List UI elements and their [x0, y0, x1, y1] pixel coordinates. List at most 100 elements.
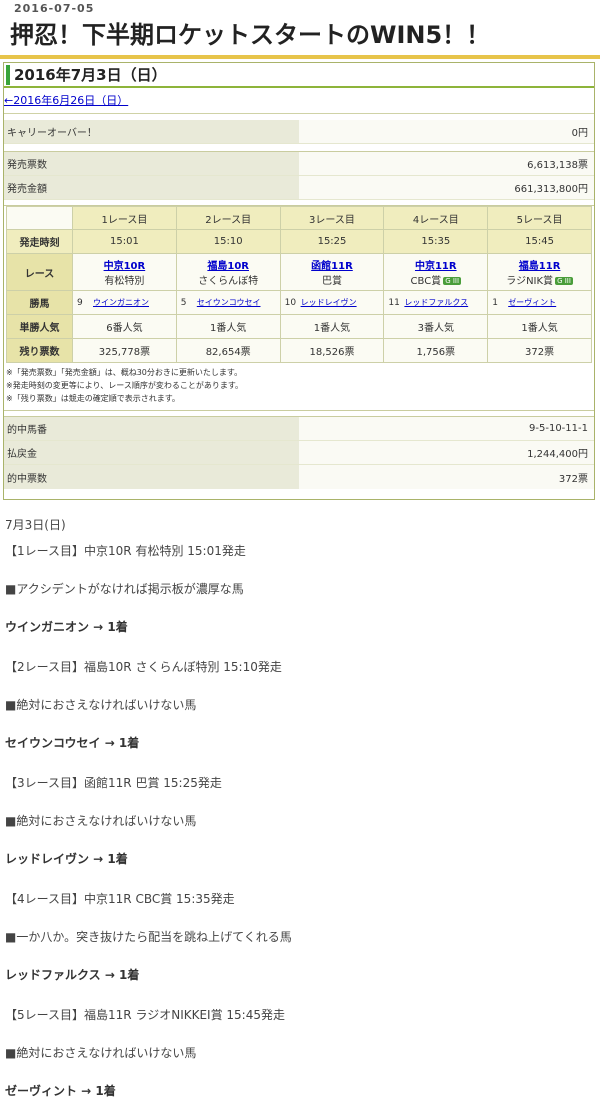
horse-number: 1	[492, 297, 498, 308]
remaining-votes: 1,756票	[383, 338, 489, 363]
post-time: 15:35	[383, 229, 489, 254]
result-row: 的中馬番 9-5-10-11-1	[4, 417, 594, 441]
spacer	[4, 144, 594, 152]
horse-link[interactable]: ゼーヴィント	[508, 297, 556, 308]
sales-row: 発売票数 6,613,138票	[4, 152, 594, 176]
pick-result: レッドレイヴン → 1着	[5, 852, 128, 866]
remaining-votes: 372票	[487, 338, 592, 363]
popularity: 1番人気	[487, 314, 592, 339]
pick-result: ウインガニオン → 1着	[5, 620, 128, 634]
note-line: ※「発売票数」「発売金額」は、概ね30分おきに更新いたします。	[6, 368, 243, 377]
sales-value: 6,613,138票	[299, 152, 594, 175]
sales-value: 661,313,800円	[299, 176, 594, 199]
remaining-row: 残り票数 325,778票 82,654票 18,526票 1,756票 372…	[6, 338, 592, 363]
winner-cell: 9 ウインガニオン	[72, 290, 177, 315]
horse-number: 5	[180, 297, 187, 308]
pick-result: ゼーヴィント → 1着	[5, 1084, 116, 1098]
result-label: 的中馬番	[4, 417, 299, 440]
remaining-votes: 325,778票	[72, 338, 177, 363]
popularity-row: 単勝人気 6番人気 1番人気 1番人気 3番人気 1番人気	[6, 314, 592, 339]
heading-accent-bar	[6, 64, 10, 85]
sales-row: 発売金額 661,313,800円	[4, 176, 594, 200]
horse-number: 11	[388, 297, 400, 308]
race-link[interactable]: 函館11R	[311, 261, 353, 272]
race-name: ラジNIK賞	[506, 276, 554, 287]
day-heading: 2016年7月3日（日）	[4, 63, 594, 88]
race-cell: 函館11R 巴賞	[279, 253, 385, 291]
result-row: 的中票数 372票	[4, 465, 594, 489]
grade-badge: G III	[443, 277, 462, 285]
race-name: さくらんぼ特	[198, 276, 259, 287]
race-cell: 中京10R 有松特別	[72, 253, 177, 291]
race-name: 巴賞	[321, 276, 342, 287]
horse-number: 10	[284, 297, 297, 308]
race-header: 4レース目	[383, 206, 489, 230]
result-value: 9-5-10-11-1	[299, 417, 594, 440]
winner-row: 勝馬 9 ウインガニオン 5 セイウンコウセイ 10 レッドレイヴン 11 レッドファル…	[6, 290, 592, 315]
pick-comment: ■一か八か。突き抜けたら配当を跳ね上げてくれる馬	[5, 930, 292, 944]
row-label: 残り票数	[6, 338, 73, 363]
race-link[interactable]: 中京11R	[415, 261, 457, 272]
race-header: 2レース目	[175, 206, 281, 230]
horse-link[interactable]: セイウンコウセイ	[197, 297, 261, 308]
post-time: 15:10	[175, 229, 281, 254]
table-notes: ※「発売票数」「発売金額」は、概ね30分おきに更新いたします。 ※発走時刻の変更…	[4, 363, 594, 411]
horse-link[interactable]: ウインガニオン	[93, 297, 149, 308]
row-label: 発走時刻	[6, 229, 73, 254]
popularity: 3番人気	[383, 314, 489, 339]
race-link[interactable]: 福島11R	[519, 261, 561, 272]
previous-day-link[interactable]: ←2016年6月26日（日）	[4, 88, 594, 114]
popularity: 1番人気	[175, 314, 281, 339]
post-title: 押忍！下半期ロケットスタートのWIN5！！	[10, 21, 491, 49]
post-time: 15:25	[279, 229, 385, 254]
result-label: 的中票数	[4, 465, 299, 489]
horse-number: 9	[77, 297, 83, 308]
winner-cell: 1 ゼーヴィント	[487, 290, 592, 315]
pick-comment: ■絶対におさえなければいけない馬	[5, 698, 197, 712]
row-label: 単勝人気	[6, 314, 73, 339]
race-line: 【5レース目】福島11R ラジオNIKKEI賞 15:45発走	[5, 1008, 285, 1022]
table-corner	[6, 206, 73, 230]
race-header: 1レース目	[72, 206, 177, 230]
horse-link[interactable]: レッドファルクス	[404, 297, 468, 308]
race-cell: 福島11R ラジNIK賞 G III	[487, 253, 592, 291]
carryover-label: キャリーオーバー！	[4, 120, 299, 143]
result-row: 払戻金 1,244,400円	[4, 441, 594, 465]
race-line: 【3レース目】函館11R 巴賞 15:25発走	[5, 776, 222, 790]
sales-label: 発売金額	[4, 176, 299, 199]
carryover-row: キャリーオーバー！ 0円	[4, 120, 594, 144]
horse-link[interactable]: レッドレイヴン	[301, 297, 357, 308]
result-value: 372票	[299, 465, 594, 489]
race-header: 5レース目	[487, 206, 592, 230]
race-table: 1レース目 2レース目 3レース目 4レース目 5レース目 発走時刻 15:01…	[6, 206, 592, 363]
pick-result: セイウンコウセイ → 1着	[5, 736, 140, 750]
race-name: CBC賞	[410, 276, 442, 287]
race-name-row: レース 中京10R 有松特別 福島10R さくらんぼ特 函館11R 巴賞 中京11R C…	[6, 253, 592, 291]
popularity: 6番人気	[72, 314, 177, 339]
result-label: 払戻金	[4, 441, 299, 464]
race-cell: 中京11R CBC賞 G III	[383, 253, 489, 291]
race-header: 3レース目	[279, 206, 385, 230]
race-name: 有松特別	[104, 276, 145, 287]
pick-comment: ■絶対におさえなければいけない馬	[5, 814, 197, 828]
remaining-votes: 82,654票	[175, 338, 281, 363]
pick-comment: ■アクシデントがなければ掲示板が濃厚な馬	[5, 582, 244, 596]
race-cell: 福島10R さくらんぼ特	[175, 253, 281, 291]
post-date: 2016-07-05	[14, 2, 95, 15]
race-link[interactable]: 福島10R	[207, 261, 249, 272]
note-line: ※発走時刻の変更等により、レース順序が変わることがあります。	[6, 381, 244, 390]
row-label: レース	[6, 253, 73, 291]
race-line: 【4レース目】中京11R CBC賞 15:35発走	[5, 892, 235, 906]
post-time: 15:45	[487, 229, 592, 254]
row-label: 勝馬	[6, 290, 73, 315]
race-line: 【2レース目】福島10R さくらんぼ特別 15:10発走	[5, 660, 282, 674]
day-heading-text: 2016年7月3日（日）	[14, 66, 167, 84]
race-link[interactable]: 中京10R	[104, 261, 146, 272]
grade-badge: G III	[555, 277, 573, 285]
pick-comment: ■絶対におさえなければいけない馬	[5, 1046, 197, 1060]
remaining-votes: 18,526票	[279, 338, 385, 363]
race-header-row: 1レース目 2レース目 3レース目 4レース目 5レース目	[6, 206, 592, 230]
pick-result: レッドファルクス → 1着	[5, 968, 140, 982]
carryover-value: 0円	[299, 120, 594, 143]
title-underline	[0, 55, 600, 59]
